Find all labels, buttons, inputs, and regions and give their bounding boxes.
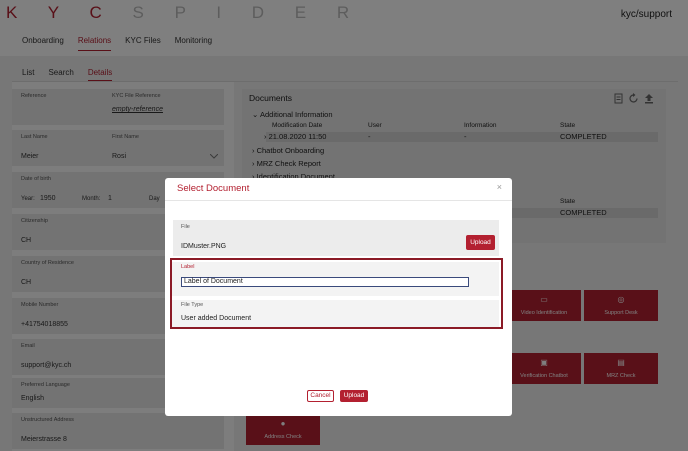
file-upload-button[interactable]: Upload — [466, 235, 495, 250]
divider — [165, 200, 512, 201]
close-icon[interactable]: × — [497, 182, 502, 192]
file-label: File — [181, 224, 190, 230]
file-value: IDMuster.PNG — [181, 243, 227, 250]
file-field: File IDMuster.PNG Upload — [173, 220, 499, 256]
highlight-frame — [170, 258, 503, 329]
select-document-dialog: Select Document × File IDMuster.PNG Uplo… — [165, 178, 512, 416]
upload-button[interactable]: Upload — [340, 390, 368, 402]
dialog-title: Select Document — [177, 183, 250, 194]
cancel-button[interactable]: Cancel — [307, 390, 334, 402]
